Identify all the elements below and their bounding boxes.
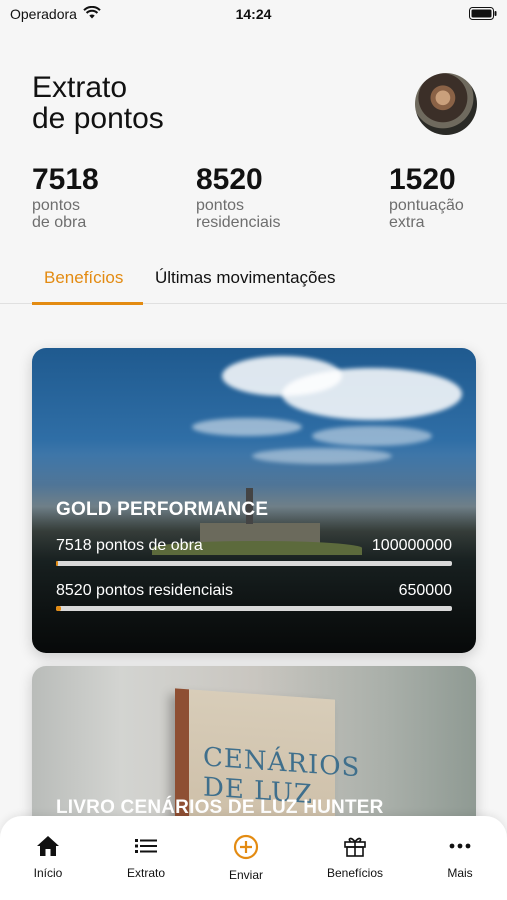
add-circle-icon	[201, 834, 291, 860]
stat-value: 7518	[32, 163, 99, 196]
nav-extrato[interactable]: Extrato	[101, 834, 191, 880]
tab-beneficios[interactable]: Benefícios	[44, 268, 123, 288]
nav-label: Enviar	[228, 868, 263, 882]
card-image-cloud	[312, 426, 432, 446]
nav-label: Mais	[447, 866, 473, 880]
battery-icon	[469, 7, 497, 25]
nav-label: Início	[33, 866, 63, 880]
nav-inicio[interactable]: Início	[3, 834, 93, 880]
card-image-cloud	[252, 448, 392, 464]
stat-pontuacao-extra: 1520 pontuação extra	[389, 163, 464, 231]
bottom-navigation: Início Extrato Enviar Benefícios Mais	[0, 816, 507, 900]
progress-track	[56, 606, 452, 611]
nav-beneficios[interactable]: Benefícios	[310, 834, 400, 880]
nav-label: Extrato	[126, 866, 165, 880]
page-title-line1: Extrato	[32, 71, 128, 104]
page-title-line2: de pontos	[32, 102, 164, 135]
clock: 14:24	[235, 6, 272, 22]
stat-pontos-residenciais: 8520 pontos residenciais	[196, 163, 280, 231]
progress-row-obra: 7518 pontos de obra 100000000	[56, 537, 452, 566]
stat-value: 1520	[389, 163, 456, 196]
tab-ultimas-movimentacoes[interactable]: Últimas movimentações	[155, 268, 335, 288]
nav-label: Benefícios	[326, 866, 384, 880]
stat-pontos-obra: 7518 pontos de obra	[32, 163, 99, 231]
progress-track	[56, 561, 452, 566]
nav-mais[interactable]: Mais	[415, 834, 505, 880]
stat-label: pontuação extra	[389, 197, 464, 231]
benefit-card-gold-performance[interactable]: GOLD PERFORMANCE 7518 pontos de obra 100…	[32, 348, 476, 653]
stat-label: pontos de obra	[32, 197, 87, 231]
avatar[interactable]	[415, 73, 477, 135]
status-bar: Operadora 14:24	[0, 0, 507, 30]
more-icon	[415, 834, 505, 858]
progress-label: 7518 pontos de obra	[56, 537, 203, 554]
progress-target: 100000000	[371, 537, 452, 554]
home-icon	[3, 834, 93, 858]
card-title: GOLD PERFORMANCE	[56, 499, 269, 520]
card-image-cloud	[282, 368, 462, 420]
stat-label: pontos residenciais	[196, 197, 281, 231]
progress-fill	[56, 561, 59, 566]
nav-enviar[interactable]: Enviar	[201, 834, 291, 882]
progress-row-residenciais: 8520 pontos residenciais 650000	[56, 582, 452, 611]
card-image-cloud	[192, 418, 302, 436]
tab-bar-top: Benefícios Últimas movimentações	[0, 262, 507, 305]
points-summary: 7518 pontos de obra 8520 pontos residenc…	[0, 163, 507, 233]
stat-value: 8520	[196, 163, 263, 196]
tab-active-indicator	[32, 302, 143, 305]
progress-target: 650000	[398, 582, 452, 599]
progress-label: 8520 pontos residenciais	[56, 582, 234, 599]
list-icon	[101, 834, 191, 858]
gift-icon	[310, 834, 400, 858]
progress-fill	[56, 606, 62, 611]
page-title: Extrato de pontos	[32, 72, 164, 134]
